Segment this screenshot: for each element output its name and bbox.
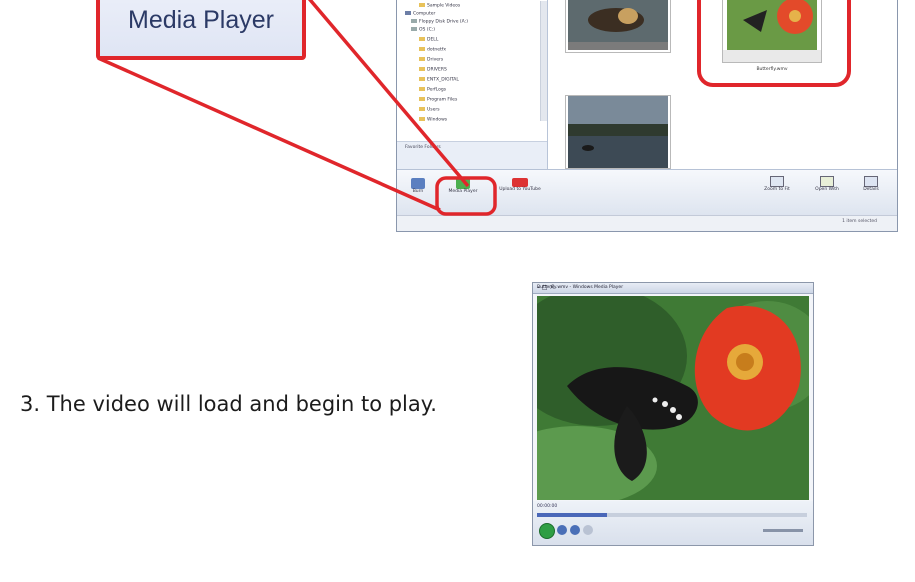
play-button[interactable] <box>539 523 555 539</box>
window-controls-icon[interactable]: – □ × <box>537 284 809 291</box>
instruction-text: 3. The video will load and begin to play… <box>20 392 437 416</box>
video-area[interactable] <box>537 296 809 500</box>
volume-slider[interactable] <box>763 529 803 532</box>
connector-line-lower <box>97 56 441 212</box>
next-button[interactable] <box>583 525 593 535</box>
connector-line-upper <box>307 0 470 188</box>
stop-button[interactable] <box>557 525 567 535</box>
seek-bar-track[interactable] <box>607 513 807 517</box>
previous-button[interactable] <box>570 525 580 535</box>
time-display: 00:00:00 <box>537 504 558 509</box>
player-controls: 00:00:00 <box>533 501 813 545</box>
seek-bar[interactable] <box>537 513 607 517</box>
player-title-bar: Butterfly.wmv - Windows Media Player – □… <box>533 283 813 294</box>
butterfly-video-frame <box>537 296 809 500</box>
media-player-window: Butterfly.wmv - Windows Media Player – □… <box>532 282 814 546</box>
